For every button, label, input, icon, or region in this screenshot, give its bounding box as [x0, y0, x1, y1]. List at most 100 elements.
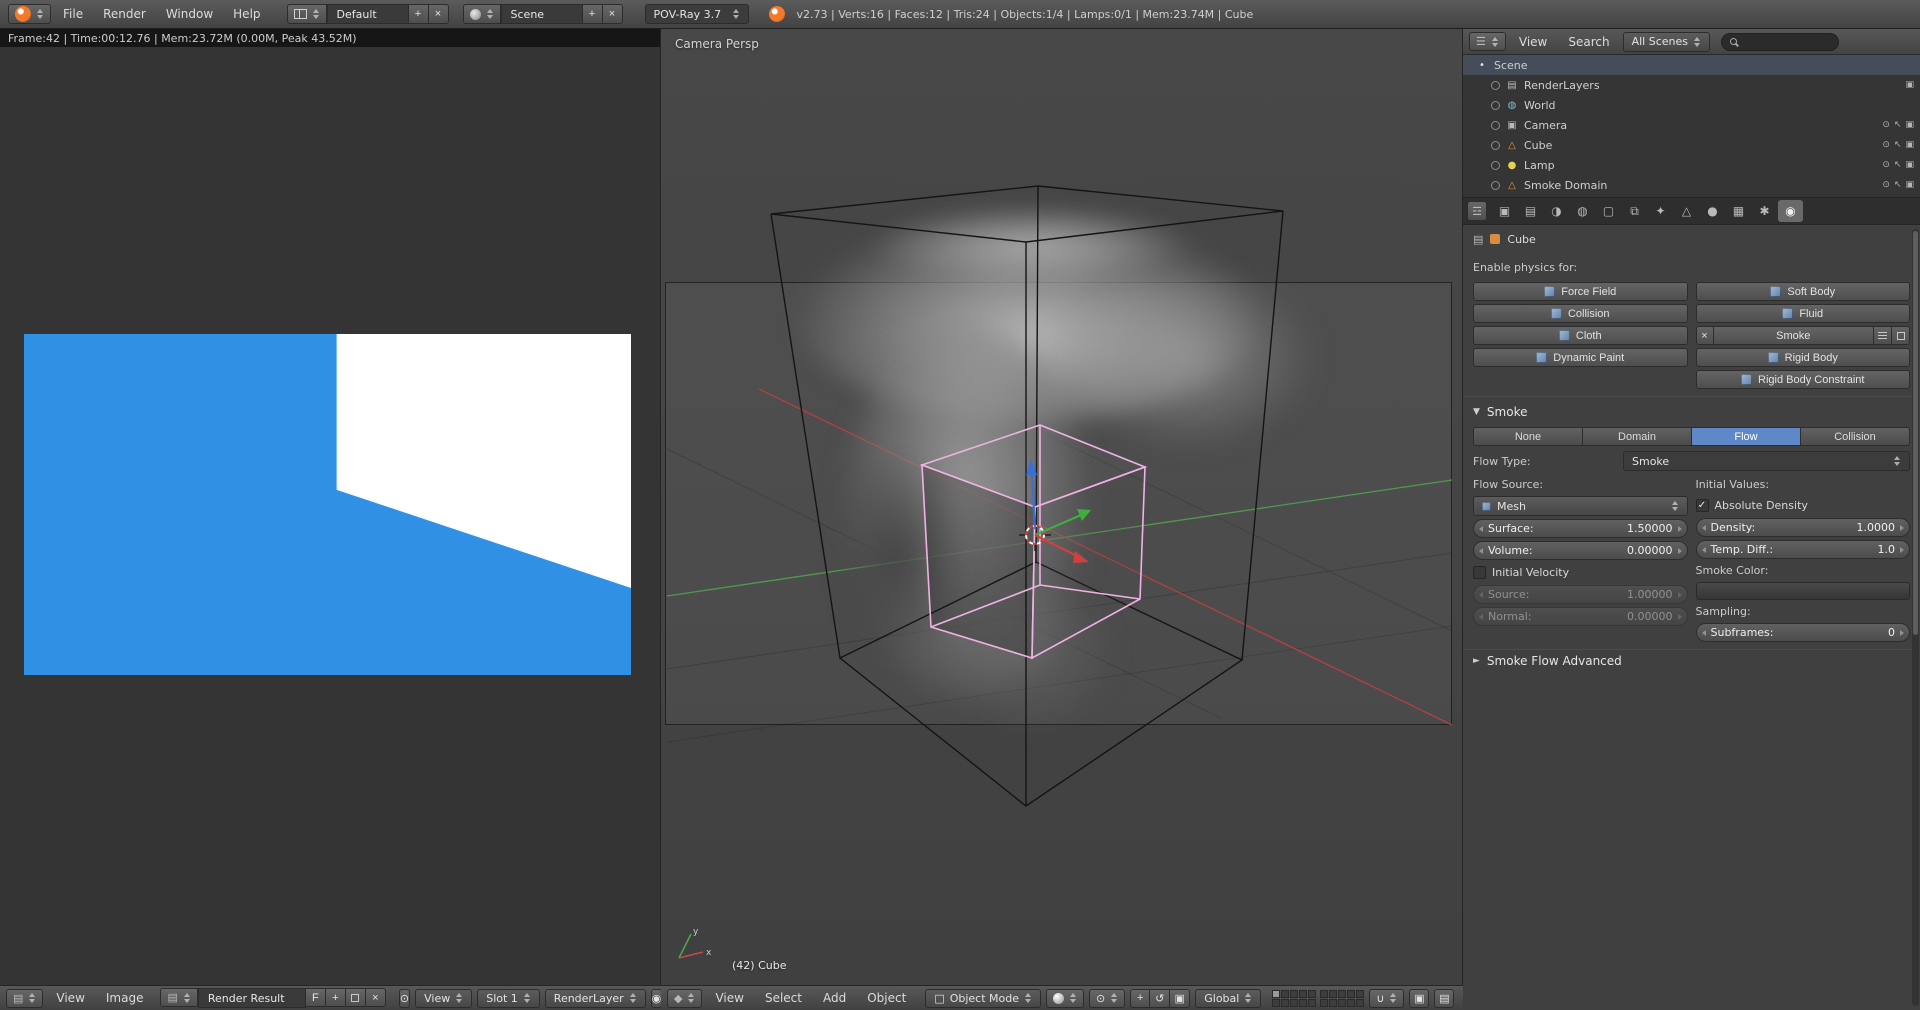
- rotate-manipulator-button[interactable]: ↺: [1150, 989, 1170, 1008]
- display-mode-dropdown[interactable]: All Scenes: [1623, 32, 1710, 52]
- menu-help[interactable]: Help: [225, 7, 268, 21]
- visibility-icon[interactable]: ⊙: [1882, 140, 1890, 150]
- expand-icon[interactable]: [1491, 141, 1500, 150]
- expand-icon[interactable]: [1491, 181, 1500, 190]
- initial-velocity-checkbox[interactable]: [1473, 566, 1486, 579]
- image-name-field[interactable]: Render Result: [198, 988, 306, 1008]
- force-field-button[interactable]: Force Field: [1473, 282, 1688, 301]
- tab-physics[interactable]: ◉: [1778, 200, 1803, 222]
- outliner-item-scene[interactable]: • Scene: [1463, 55, 1920, 75]
- editor-type-button[interactable]: ☰: [1469, 32, 1506, 51]
- smoke-pin-button[interactable]: [1892, 326, 1910, 345]
- menu-image[interactable]: Image: [98, 991, 152, 1005]
- image-browse-button[interactable]: ▤: [160, 988, 197, 1007]
- translate-manipulator-button[interactable]: +: [1130, 989, 1150, 1008]
- cloth-button[interactable]: Cloth: [1473, 326, 1688, 345]
- rigid-body-button[interactable]: Rigid Body: [1696, 348, 1911, 367]
- tab-object[interactable]: ▢: [1596, 200, 1621, 222]
- menu-search[interactable]: Search: [1560, 35, 1617, 49]
- menu-view[interactable]: View: [48, 991, 92, 1005]
- renderability-icon[interactable]: ▣: [1905, 120, 1914, 130]
- smoke-type-collision[interactable]: Collision: [1801, 427, 1910, 446]
- outliner-item-cube[interactable]: △ Cube ⊙ ↖ ▣: [1463, 135, 1920, 155]
- layout-name-field[interactable]: Default: [327, 4, 409, 24]
- smoke-color-swatch[interactable]: [1696, 582, 1911, 600]
- expand-icon[interactable]: [1491, 161, 1500, 170]
- renderability-icon[interactable]: ▣: [1905, 80, 1914, 90]
- absolute-density-checkbox[interactable]: ✓: [1696, 499, 1709, 512]
- renderability-icon[interactable]: ▣: [1905, 180, 1914, 190]
- smoke-type-domain[interactable]: Domain: [1583, 427, 1692, 446]
- source-field[interactable]: Source: 1.00000: [1473, 585, 1688, 604]
- normal-field[interactable]: Normal: 0.00000: [1473, 607, 1688, 626]
- flow-source-dropdown[interactable]: Mesh: [1473, 496, 1688, 516]
- scene-add-button[interactable]: +: [583, 4, 603, 24]
- smoke-remove-button[interactable]: ×: [1696, 326, 1714, 345]
- viewport-3d[interactable]: x y Camera Persp (42) Cube: [661, 29, 1463, 985]
- layout-delete-button[interactable]: ×: [429, 4, 449, 24]
- menu-add[interactable]: Add: [815, 991, 854, 1005]
- image-add-button[interactable]: +: [326, 988, 346, 1007]
- tab-scene[interactable]: ◑: [1544, 200, 1569, 222]
- render-layer-dropdown[interactable]: RenderLayer: [545, 989, 646, 1008]
- smoke-type-none[interactable]: None: [1473, 427, 1583, 446]
- density-field[interactable]: Density: 1.0000: [1696, 518, 1911, 537]
- layers-widget[interactable]: [1272, 990, 1364, 1007]
- menu-render[interactable]: Render: [95, 7, 154, 21]
- selectability-icon[interactable]: ↖: [1894, 140, 1902, 150]
- expand-icon[interactable]: [1491, 101, 1500, 110]
- layout-add-button[interactable]: +: [409, 4, 429, 24]
- outliner-item-lamp[interactable]: ● Lamp ⊙ ↖ ▣: [1463, 155, 1920, 175]
- tab-object-data[interactable]: △: [1674, 200, 1699, 222]
- render-slot-dropdown[interactable]: Slot 1: [477, 989, 540, 1008]
- tab-material[interactable]: ●: [1700, 200, 1725, 222]
- outliner-item-world[interactable]: ◍ World: [1463, 95, 1920, 115]
- outliner-item-camera[interactable]: ▣ Camera ⊙ ↖ ▣: [1463, 115, 1920, 135]
- cube-flow-object[interactable]: [922, 425, 1145, 658]
- scene-name-field[interactable]: Scene: [501, 4, 583, 24]
- collision-button[interactable]: Collision: [1473, 304, 1688, 323]
- surface-field[interactable]: Surface: 1.50000: [1473, 519, 1688, 538]
- menu-view[interactable]: View: [707, 991, 751, 1005]
- renderability-icon[interactable]: ▣: [1905, 160, 1914, 170]
- pivot-dropdown[interactable]: ⊙: [1089, 989, 1125, 1008]
- fake-user-button[interactable]: F: [306, 988, 326, 1007]
- render-opengl-button[interactable]: ▣: [1409, 989, 1429, 1008]
- selectability-icon[interactable]: ↖: [1894, 160, 1902, 170]
- menu-view[interactable]: View: [1511, 35, 1555, 49]
- search-input[interactable]: [1742, 36, 1822, 48]
- smoke-panel-header[interactable]: ▼ Smoke: [1473, 401, 1910, 423]
- shading-dropdown[interactable]: [1046, 989, 1084, 1008]
- properties-scrollbar[interactable]: [1912, 229, 1919, 1006]
- temp-diff-field[interactable]: Temp. Diff.: 1.0: [1696, 540, 1911, 559]
- visibility-icon[interactable]: ⊙: [1882, 160, 1890, 170]
- expand-icon[interactable]: [1491, 121, 1500, 130]
- scale-manipulator-button[interactable]: ▣: [1170, 989, 1190, 1008]
- smoke-flow-advanced-header[interactable]: ► Smoke Flow Advanced: [1473, 650, 1910, 672]
- image-unlink-button[interactable]: ×: [366, 988, 386, 1007]
- smoke-type-flow[interactable]: Flow: [1692, 427, 1801, 446]
- pin-button[interactable]: ⊙: [399, 989, 410, 1008]
- tab-render-layers[interactable]: ▤: [1518, 200, 1543, 222]
- render-opengl-anim-button[interactable]: ▤: [1434, 989, 1454, 1008]
- soft-body-button[interactable]: Soft Body: [1696, 282, 1911, 301]
- rigid-body-constraint-button[interactable]: Rigid Body Constraint: [1696, 370, 1911, 389]
- selectability-icon[interactable]: ↖: [1894, 180, 1902, 190]
- editor-type-button[interactable]: ▤: [6, 989, 43, 1008]
- 3d-scene[interactable]: [661, 29, 1463, 985]
- menu-object[interactable]: Object: [859, 991, 914, 1005]
- breadcrumb-context-icon[interactable]: ▤: [1473, 233, 1483, 246]
- tab-world[interactable]: ◍: [1570, 200, 1595, 222]
- image-unpack-button[interactable]: [346, 988, 366, 1007]
- tab-texture[interactable]: ▦: [1726, 200, 1751, 222]
- view-mode-dropdown[interactable]: View: [415, 989, 472, 1008]
- dynamic-paint-button[interactable]: Dynamic Paint: [1473, 348, 1688, 367]
- tab-constraints[interactable]: ⧉: [1622, 200, 1647, 222]
- outliner-item-renderlayers[interactable]: ▤ RenderLayers ▣: [1463, 75, 1920, 95]
- scene-browse-button[interactable]: [463, 4, 501, 24]
- menu-select[interactable]: Select: [757, 991, 810, 1005]
- layout-browse-button[interactable]: [287, 4, 327, 24]
- editor-type-button[interactable]: ☲: [1467, 201, 1487, 221]
- smoke-button[interactable]: Smoke: [1714, 326, 1875, 345]
- selectability-icon[interactable]: ↖: [1894, 120, 1902, 130]
